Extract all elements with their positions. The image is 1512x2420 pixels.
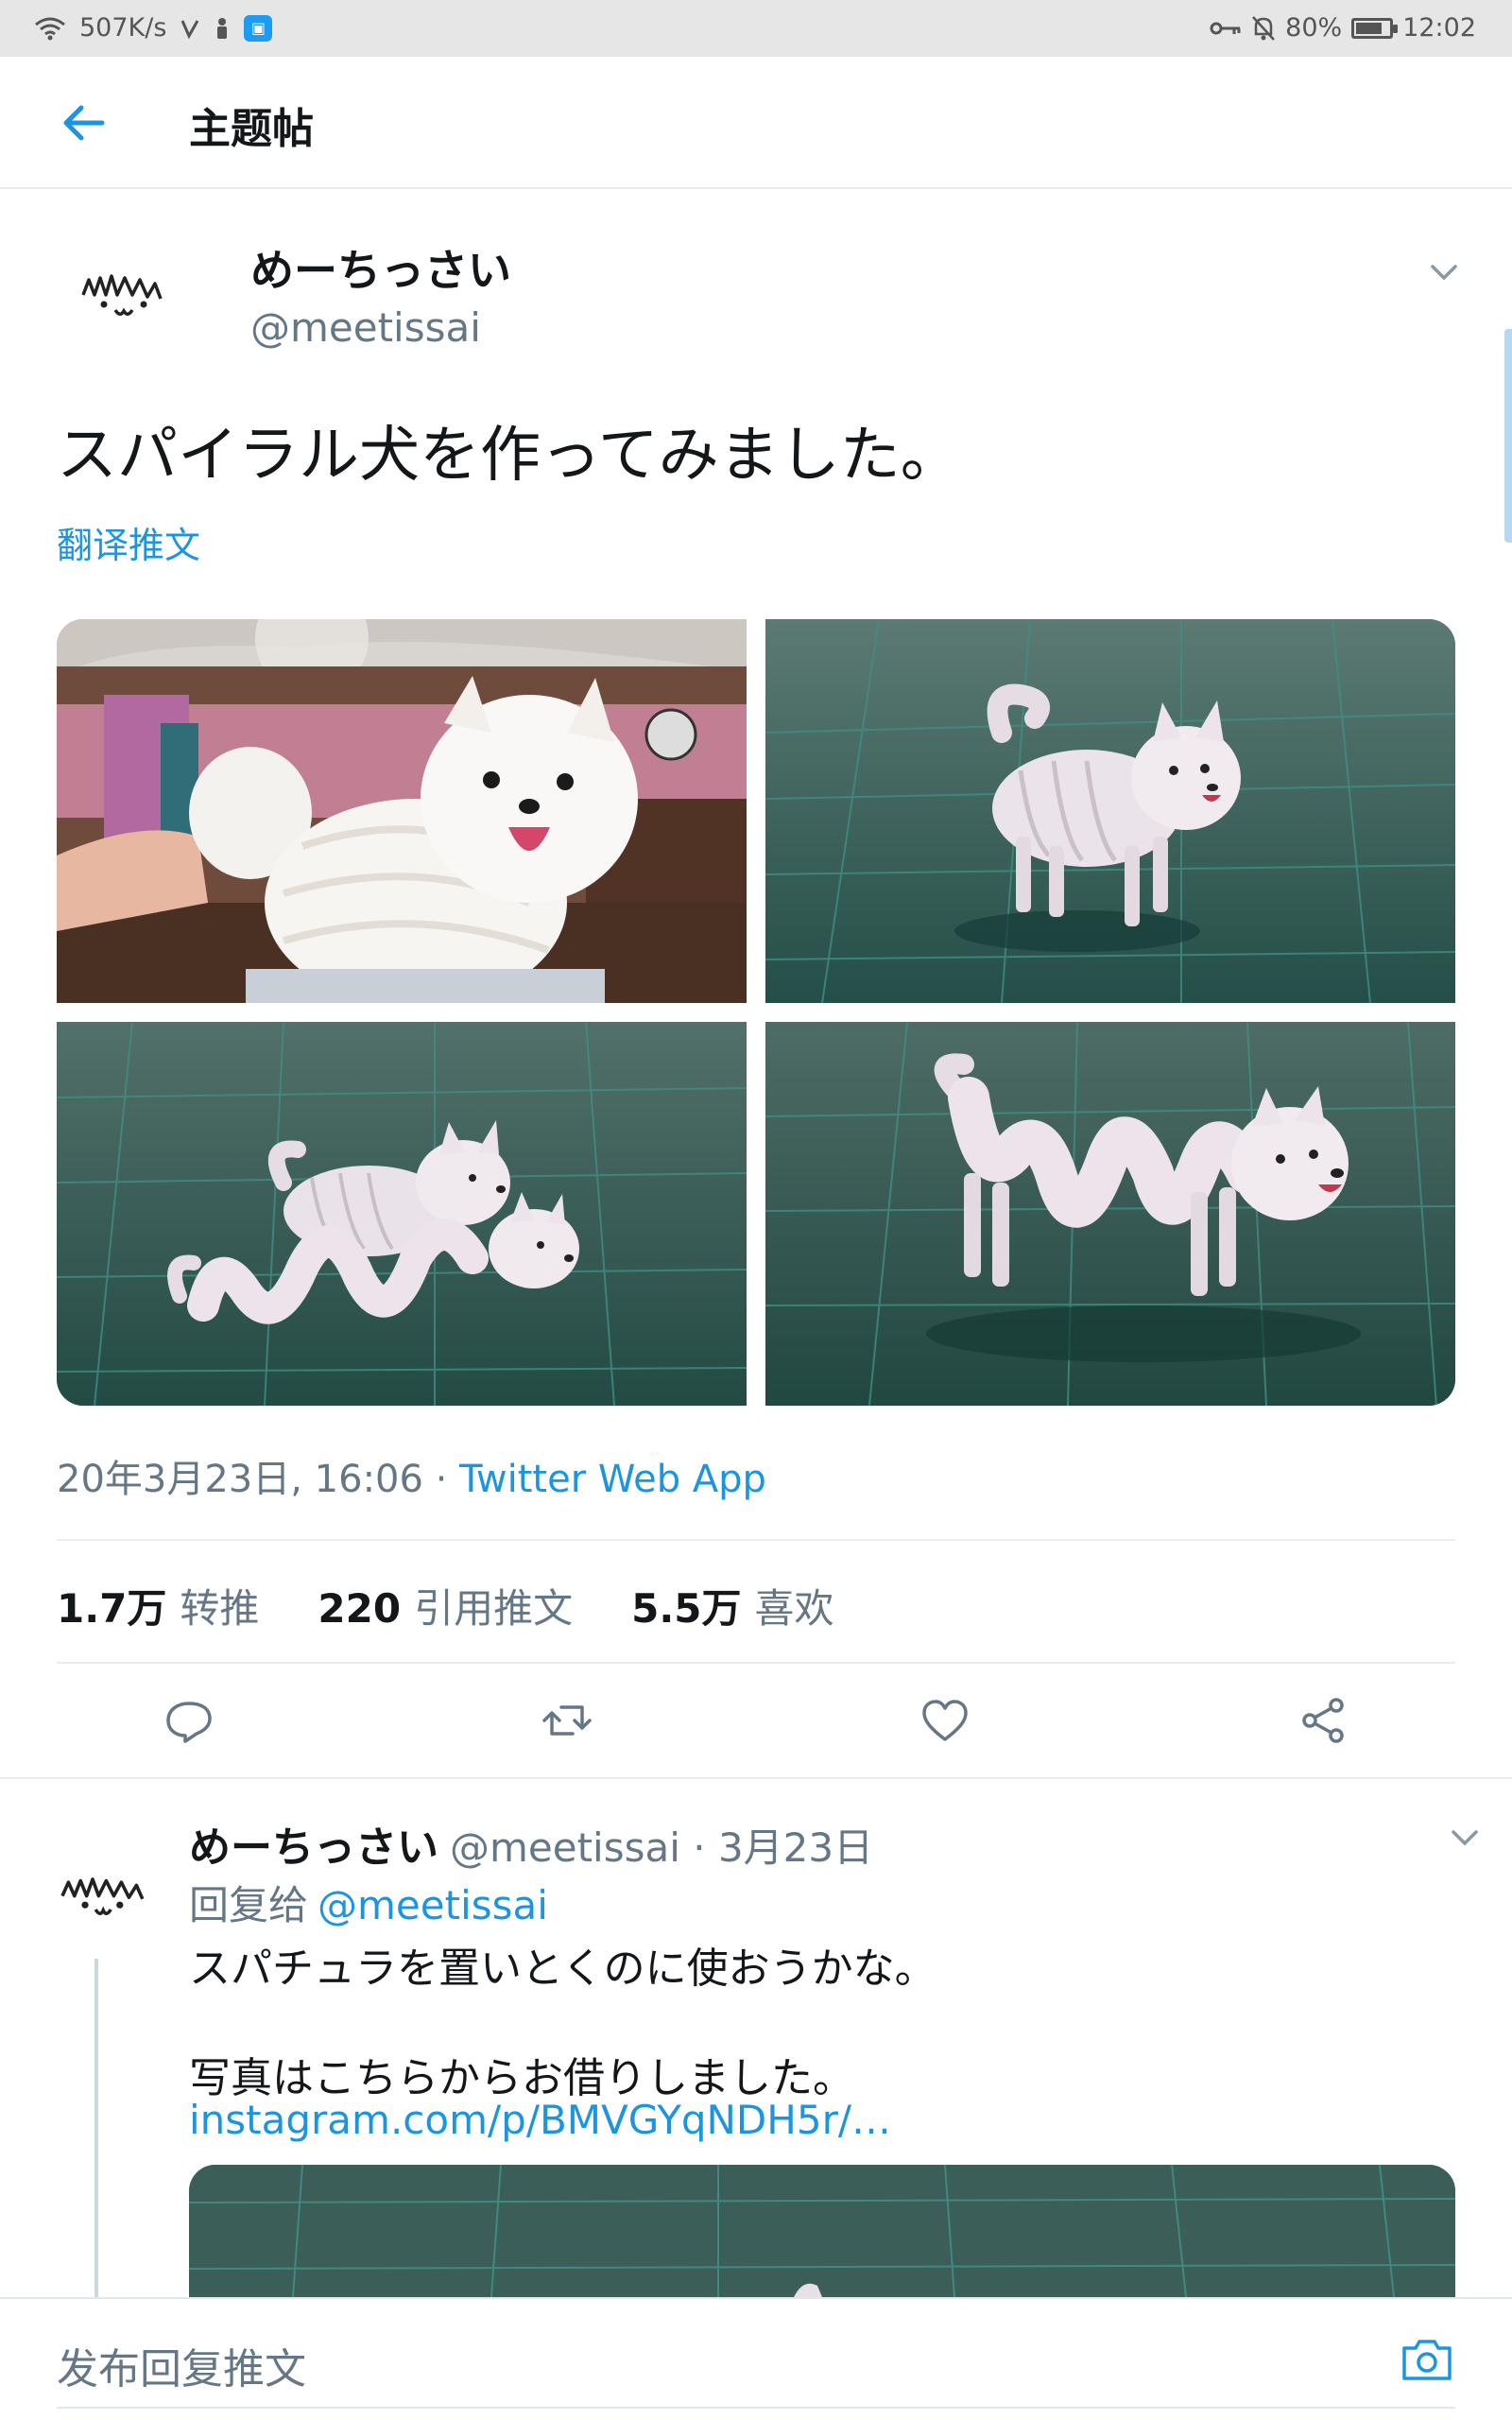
battery-percent: 80% xyxy=(1285,13,1343,43)
page-title: 主题帖 xyxy=(189,105,314,153)
status-bar: 507K/s ▣ 80% 12:02 xyxy=(0,0,1512,57)
divider xyxy=(0,1777,1512,1779)
mute-bell-icon xyxy=(1251,15,1276,42)
key-icon xyxy=(1210,19,1242,38)
battery-icon xyxy=(1351,17,1399,39)
tweet-stats: 1.7万 转推 220 引用推文 5.5万 喜欢 xyxy=(57,1577,834,1634)
wifi-icon xyxy=(34,16,66,41)
tweet-text: スパイラル犬を作ってみました。 xyxy=(57,421,961,491)
reply-compose-bar: 发布回复推文 xyxy=(0,2297,1512,2420)
tweet-actions xyxy=(0,1692,1512,1749)
reply-header: めーちっさい @meetissai · 3月23日 xyxy=(189,1813,873,1874)
user-handle[interactable]: @meetissai xyxy=(250,304,481,351)
timestamp: 20年3月23日, 16:06 · xyxy=(57,1458,460,1501)
camera-icon[interactable] xyxy=(1399,2333,1455,2386)
retweets-stat[interactable]: 1.7万 转推 xyxy=(57,1577,259,1634)
media-photo-3[interactable] xyxy=(57,1022,747,1406)
reply-media-photo[interactable] xyxy=(189,2165,1455,2297)
likes-stat[interactable]: 5.5万 喜欢 xyxy=(631,1577,833,1634)
media-grid xyxy=(57,619,1455,1406)
retweet-icon[interactable] xyxy=(539,1692,595,1749)
reply-text-line: 写真はこちらからお借りしました。 xyxy=(189,2054,854,2102)
avatar[interactable] xyxy=(57,217,198,359)
divider xyxy=(57,2407,1455,2409)
back-arrow-icon[interactable] xyxy=(55,93,115,153)
reply-meta: @meetissai · 3月23日 xyxy=(450,1824,874,1871)
media-photo-1[interactable] xyxy=(57,619,747,1003)
translate-tweet-link[interactable]: 翻译推文 xyxy=(57,516,200,568)
chevron-down-icon[interactable] xyxy=(1425,257,1463,285)
app-notification-icon: ▣ xyxy=(244,14,273,42)
instagram-link[interactable]: instagram.com/p/BMVGYqNDH5r/… xyxy=(189,2097,891,2143)
share-icon[interactable] xyxy=(1295,1692,1351,1749)
top-app-bar: 主题帖 xyxy=(0,57,1512,189)
person-icon xyxy=(214,17,231,40)
reply-icon[interactable] xyxy=(161,1692,217,1749)
source-link[interactable]: Twitter Web App xyxy=(459,1458,766,1501)
reply-input[interactable]: 发布回复推文 xyxy=(57,2335,306,2395)
scrollbar[interactable] xyxy=(1504,329,1512,543)
avatar[interactable] xyxy=(47,1834,161,1947)
tweet-meta: 20年3月23日, 16:06 · Twitter Web App xyxy=(57,1448,766,1503)
chevron-down-icon[interactable] xyxy=(1446,1823,1484,1851)
quotes-stat[interactable]: 220 引用推文 xyxy=(318,1577,573,1634)
mention-link[interactable]: @meetissai xyxy=(318,1882,548,1928)
clock: 12:02 xyxy=(1402,13,1476,43)
media-photo-2[interactable] xyxy=(765,619,1455,1003)
like-icon[interactable] xyxy=(917,1692,973,1749)
divider xyxy=(57,1539,1455,1541)
divider xyxy=(57,1662,1455,1664)
thread-line xyxy=(94,1959,98,2299)
net-speed: 507K/s xyxy=(79,13,167,43)
display-name[interactable]: めーちっさい xyxy=(250,236,511,299)
display-name[interactable]: めーちっさい xyxy=(189,1824,438,1872)
reply-text-line: スパチュラを置いとくのに使おうかな。 xyxy=(189,1945,936,1993)
media-photo-4[interactable] xyxy=(765,1022,1455,1406)
replying-to: 回复给 @meetissai xyxy=(189,1882,548,1928)
check-icon xyxy=(180,18,200,39)
